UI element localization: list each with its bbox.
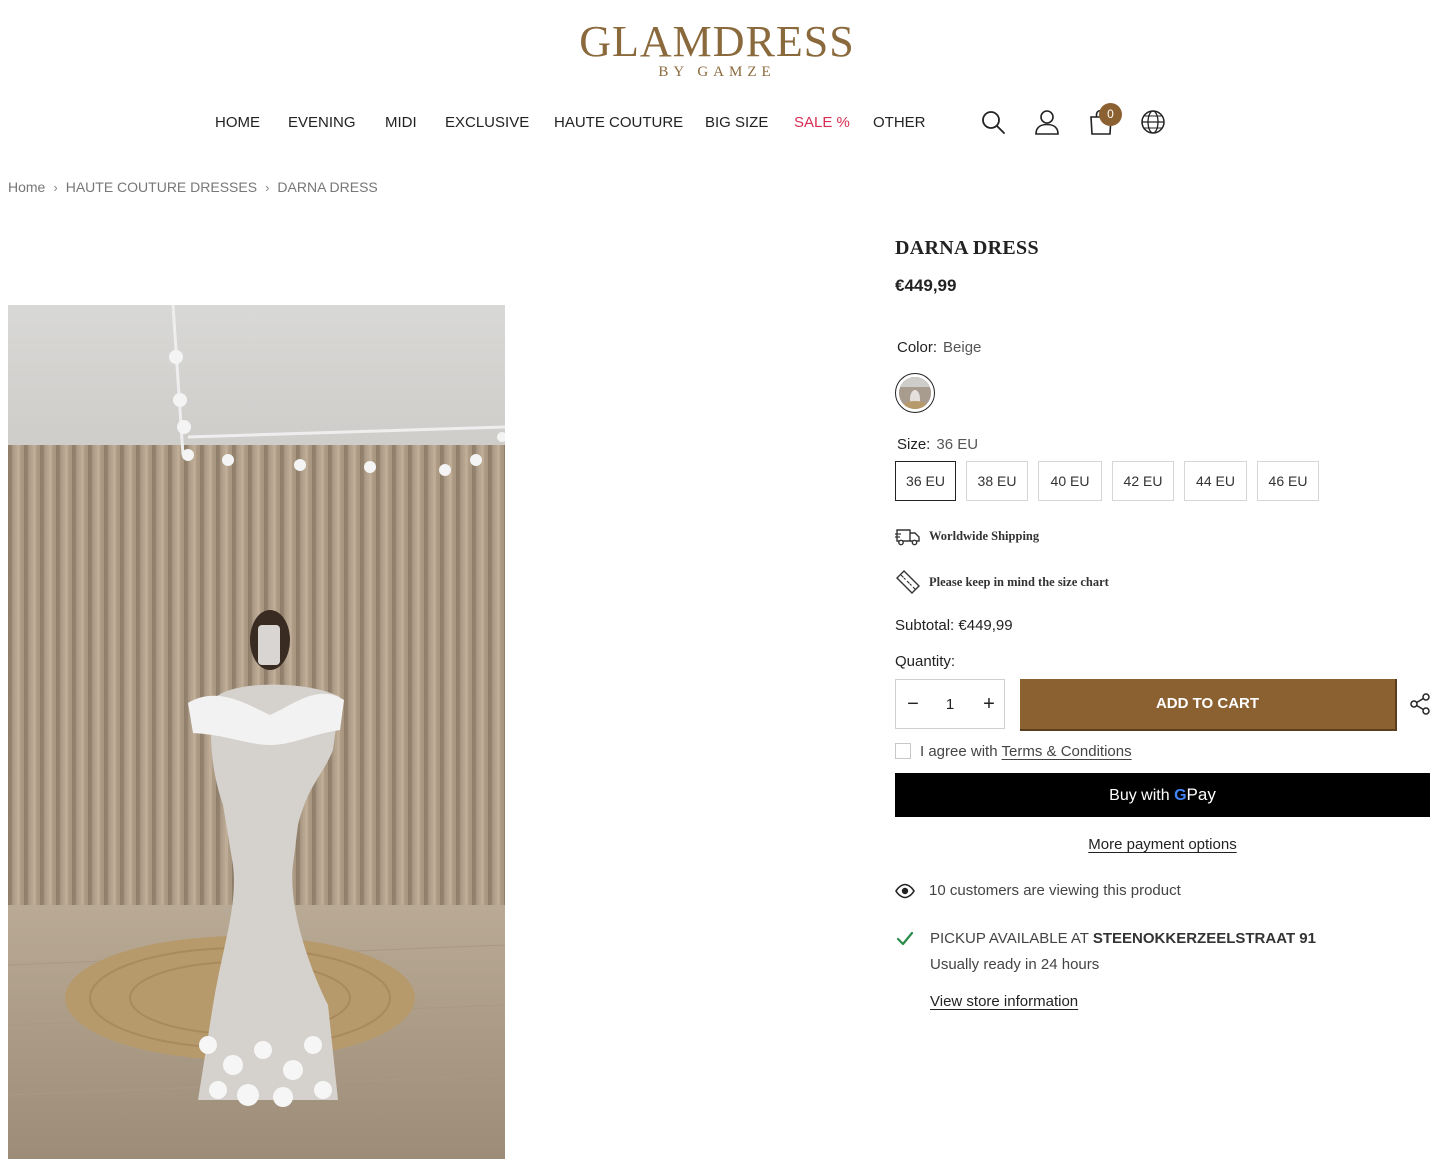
eye-icon xyxy=(895,883,915,899)
product-price: €449,99 xyxy=(895,276,957,295)
size-option-44[interactable]: 44 EU xyxy=(1184,461,1247,501)
color-label-row: Color: Beige xyxy=(897,339,981,356)
quantity-increase-button[interactable]: + xyxy=(974,680,1004,728)
ruler-icon xyxy=(896,570,920,594)
size-value: 36 EU xyxy=(936,436,979,453)
user-icon[interactable] xyxy=(1033,108,1061,138)
terms-checkbox[interactable] xyxy=(895,743,911,759)
product-image[interactable] xyxy=(8,305,505,1159)
gpay-prefix: Buy with xyxy=(1109,787,1170,804)
quantity-label: Quantity: xyxy=(895,653,956,670)
gpay-pay-text: Pay xyxy=(1186,785,1216,804)
quantity-decrease-button[interactable]: − xyxy=(898,680,928,728)
add-to-cart-button[interactable]: ADD TO CART xyxy=(1020,679,1397,731)
pickup-location: STEENOKKERZEELSTRAAT 91 xyxy=(1092,930,1316,947)
chevron-right-icon: › xyxy=(265,180,270,195)
color-label: Color: xyxy=(897,339,938,356)
search-icon[interactable] xyxy=(979,108,1007,138)
subtotal-label: Subtotal: xyxy=(895,617,955,634)
size-option-40[interactable]: 40 EU xyxy=(1038,461,1102,501)
breadcrumb: Home › HAUTE COUTURE DRESSES › DARNA DRESS xyxy=(8,179,378,195)
breadcrumb-current: DARNA DRESS xyxy=(277,179,378,195)
subtotal: Subtotal: €449,99 xyxy=(895,617,1013,634)
nav-item-big-size[interactable]: BIG SIZE xyxy=(705,114,768,131)
quantity-stepper: − + xyxy=(895,679,1005,729)
size-option-46[interactable]: 46 EU xyxy=(1257,461,1319,501)
nav-item-haute-couture[interactable]: HAUTE COUTURE xyxy=(554,114,683,131)
nav-item-exclusive[interactable]: EXCLUSIVE xyxy=(445,114,529,131)
google-g-letter: G xyxy=(1174,787,1187,804)
size-label-row: Size: 36 EU xyxy=(897,436,978,453)
shipping-text: Worldwide Shipping xyxy=(929,529,1040,543)
nav-item-evening[interactable]: EVENING xyxy=(288,114,356,131)
nav-item-sale[interactable]: SALE % xyxy=(794,114,850,131)
brand-name: GLAMDRESS xyxy=(579,17,855,66)
nav-item-home[interactable]: HOME xyxy=(215,114,260,131)
bag-icon[interactable]: 0 xyxy=(1087,103,1122,138)
google-g-icon: G xyxy=(1174,787,1186,804)
chevron-right-icon: › xyxy=(53,180,58,195)
pickup-line: PICKUP AVAILABLE AT STEENOKKERZEELSTRAAT… xyxy=(930,930,1316,947)
color-swatch-beige[interactable] xyxy=(895,373,935,413)
size-chart-text: Please keep in mind the size chart xyxy=(929,575,1109,589)
cart-count-badge: 0 xyxy=(1099,103,1122,126)
breadcrumb-home[interactable]: Home xyxy=(8,179,45,195)
nav-item-midi[interactable]: MIDI xyxy=(385,114,417,131)
size-label: Size: xyxy=(897,436,931,453)
google-pay-button[interactable]: Buy with GPay xyxy=(895,773,1430,817)
share-icon[interactable] xyxy=(1408,692,1432,716)
terms-agreement: I agree with Terms & Conditions xyxy=(895,743,1132,760)
viewing-text: 10 customers are viewing this product xyxy=(929,882,1181,899)
quantity-input[interactable] xyxy=(930,680,970,728)
brand-tagline: BY GAMZE xyxy=(658,64,776,80)
pickup-prefix: PICKUP AVAILABLE AT xyxy=(930,930,1089,947)
breadcrumb-category[interactable]: HAUTE COUTURE DRESSES xyxy=(66,179,257,195)
product-title: DARNA DRESS xyxy=(895,237,1039,259)
nav-item-other[interactable]: OTHER xyxy=(873,114,926,131)
globe-icon[interactable] xyxy=(1140,108,1168,138)
size-option-38[interactable]: 38 EU xyxy=(966,461,1028,501)
main-nav: HOME EVENING MIDI EXCLUSIVE HAUTE COUTUR… xyxy=(0,114,1434,136)
agree-text: I agree with xyxy=(920,743,998,760)
size-option-36[interactable]: 36 EU xyxy=(895,461,956,501)
pickup-ready-text: Usually ready in 24 hours xyxy=(930,956,1100,973)
brand-logo[interactable]: GLAMDRESS BY GAMZE xyxy=(0,17,1434,81)
view-store-info-link[interactable]: View store information xyxy=(930,993,1078,1010)
terms-link[interactable]: Terms & Conditions xyxy=(1002,743,1132,760)
checkmark-icon xyxy=(896,931,914,946)
more-payment-options-link[interactable]: More payment options xyxy=(895,836,1430,853)
size-option-42[interactable]: 42 EU xyxy=(1112,461,1174,501)
product-photo xyxy=(8,305,505,1159)
swatch-thumbnail xyxy=(899,377,931,409)
color-value: Beige xyxy=(943,339,982,356)
truck-icon xyxy=(895,529,920,546)
subtotal-value: €449,99 xyxy=(958,617,1013,634)
